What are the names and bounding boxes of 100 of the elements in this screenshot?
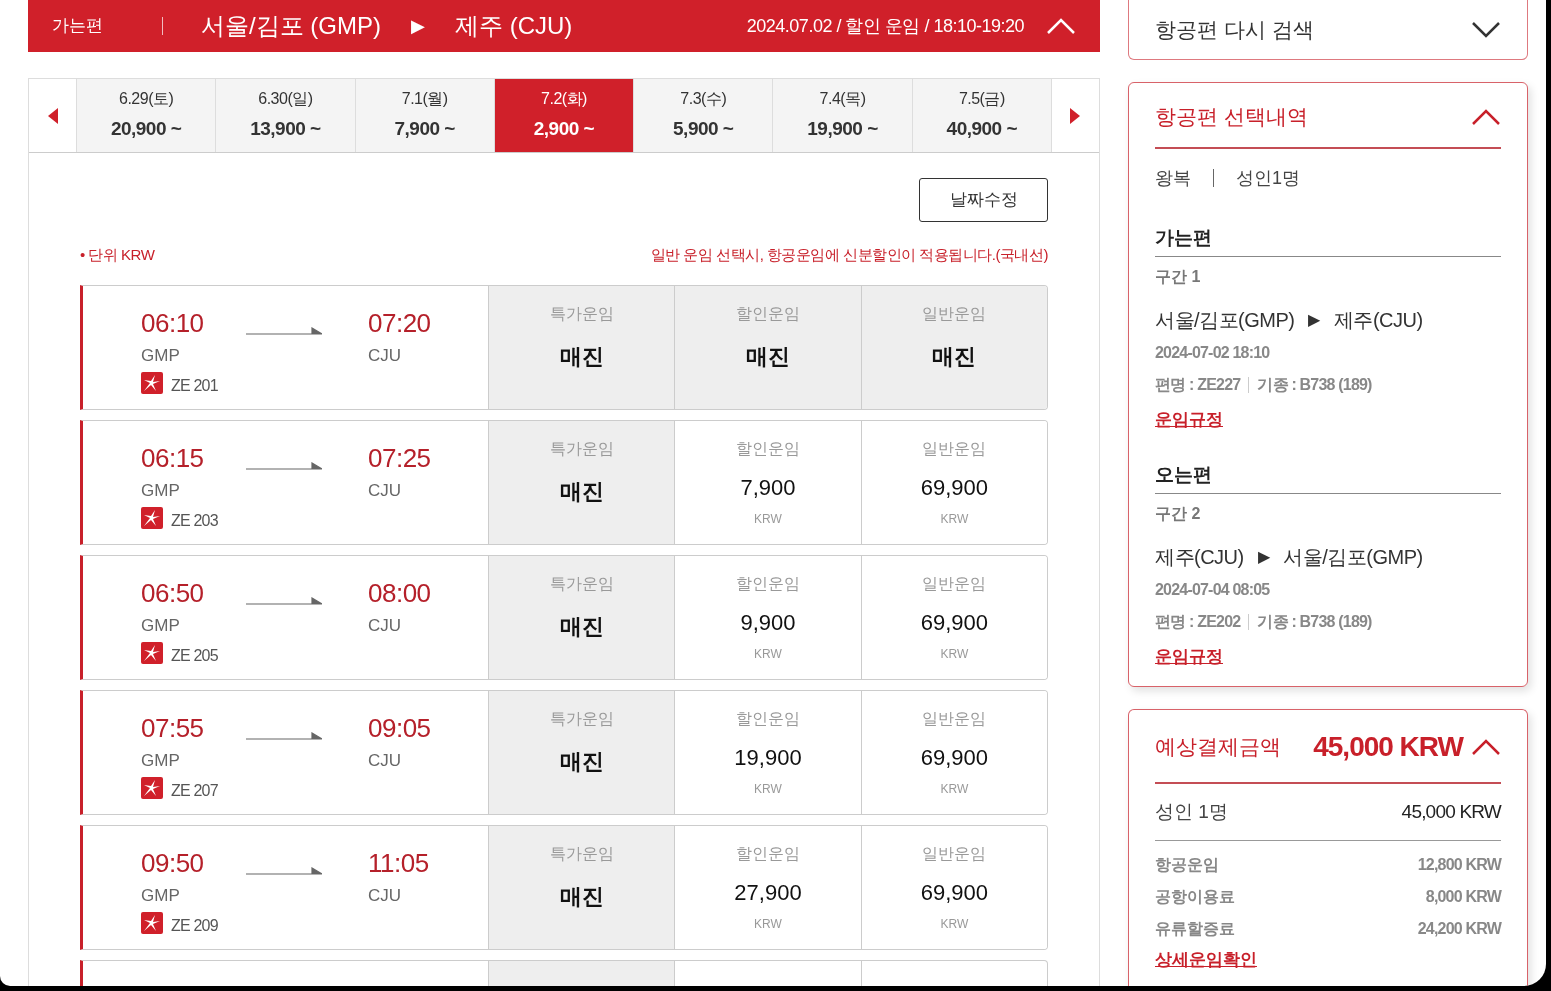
fare-type-label: 특가운임 — [549, 708, 614, 729]
fare-type-label: 할인운임 — [736, 573, 800, 594]
collapse-icon[interactable] — [1471, 737, 1501, 756]
date-tab[interactable]: 6.29(토) 20,900 ~ — [77, 79, 216, 152]
arrow-icon — [246, 596, 322, 607]
origin-label: 서울/김포(GMP) — [1155, 308, 1295, 333]
arrow-glyph: ▶ — [1308, 310, 1320, 330]
fare-option[interactable]: 19,900 KRW — [734, 740, 802, 798]
departure-time: 09:50 — [141, 846, 204, 880]
flight-card[interactable]: 09:50 GMP 11:05 CJU ZE 209 특가운임 매진 할인운임 27,900 KRW 일반운임 69,900 KRW — [80, 824, 1048, 950]
flight-card[interactable]: 06:10 GMP 07:20 CJU ZE 201 특가운임 매진 할인운임 매진 일반운임 매진 — [80, 284, 1048, 410]
date-tab[interactable]: 7.5(금) 40,900 ~ — [911, 79, 1051, 152]
flight-card[interactable]: 06:15 GMP 07:25 CJU ZE 203 특가운임 매진 할인운임 7,900 KRW 일반운임 69,900 KRW — [80, 419, 1048, 545]
date-tab[interactable]: 7.1(월) 7,900 ~ — [354, 79, 494, 152]
fare-type-label: 일반운임 — [922, 303, 987, 324]
sold-out-label: 매진 — [559, 612, 604, 641]
fee-amount: 12,800 KRW — [1417, 855, 1501, 875]
fare-type-label: 특가운임 — [549, 573, 614, 594]
panel-title: 항공편 선택내역 — [1155, 104, 1308, 130]
fare-type-label: 특가운임 — [549, 303, 614, 324]
arrival-time: 08:00 — [368, 576, 431, 610]
expand-icon[interactable] — [1471, 20, 1501, 39]
origin-label: 제주(CJU) — [1155, 545, 1244, 570]
fare-type-label: 할인운임 — [736, 438, 800, 459]
date-tab[interactable]: 6.30(일) 13,900 ~ — [215, 79, 355, 152]
leg-heading: 가는편 — [1155, 223, 1501, 257]
search-again-panel[interactable]: 항공편 다시 검색 — [1128, 0, 1528, 60]
flight-number: ZE 207 — [171, 780, 218, 801]
fare-option[interactable]: 27,900 KRW — [734, 875, 802, 933]
flight-number: 편명 : ZE202 — [1155, 612, 1241, 632]
fare-option[interactable]: 69,900 KRW — [920, 470, 988, 528]
fee-label: 항공운임 — [1155, 855, 1219, 875]
flight-number: ZE 203 — [171, 510, 218, 531]
fare-rules-link[interactable]: 운임규정 — [1155, 644, 1223, 670]
airport-code: GMP — [141, 614, 180, 637]
passenger-amount: 45,000 KRW — [1401, 799, 1501, 824]
collapse-icon[interactable] — [1471, 107, 1501, 126]
fare-option[interactable]: 69,900 KRW — [920, 740, 988, 798]
fare-option[interactable]: 7,900 KRW — [740, 470, 796, 528]
segment-label: 구간 2 — [1155, 504, 1202, 524]
fee-amount: 8,000 KRW — [1425, 887, 1501, 907]
arrival-time: 07:20 — [368, 306, 431, 340]
departure-time: 06:10 — [141, 306, 204, 340]
sold-out-label: 매진 — [932, 342, 977, 371]
destination-label: 제주(CJU) — [1333, 308, 1423, 333]
arrow-glyph: ▶ — [1257, 547, 1270, 567]
date-tab[interactable]: 7.4(목) 19,900 ~ — [772, 79, 912, 152]
sold-out-label: 매진 — [746, 342, 790, 371]
fare-type-label: 할인운임 — [736, 843, 800, 864]
arrow-icon — [246, 866, 322, 877]
fare-rules-link[interactable]: 운임규정 — [1155, 407, 1223, 433]
fare-type-label: 일반운임 — [922, 843, 987, 864]
leg-heading: 오는편 — [1155, 460, 1501, 494]
flight-number: ZE 205 — [171, 645, 218, 666]
arrow-icon — [246, 326, 322, 337]
airline-logo-icon — [141, 776, 163, 799]
departure-time: 07:55 — [141, 711, 204, 745]
sold-out-label: 매진 — [559, 747, 604, 776]
fare-option[interactable]: 69,900 KRW — [920, 605, 988, 663]
fare-type-label: 할인운임 — [736, 708, 800, 729]
arrival-time: 11:05 — [368, 846, 429, 880]
aircraft-type: 기종 : B738 (189) — [1257, 375, 1372, 395]
fee-label: 유류할증료 — [1155, 919, 1235, 939]
fare-option[interactable]: 9,900 KRW — [740, 605, 796, 663]
flight-number: ZE 209 — [171, 915, 218, 936]
airport-code: CJU — [368, 884, 402, 907]
flight-number: 편명 : ZE227 — [1155, 375, 1241, 395]
aircraft-type: 기종 : B738 (189) — [1257, 612, 1372, 632]
flight-card[interactable]: 07:55 GMP 09:05 CJU ZE 207 특가운임 매진 할인운임 19,900 KRW 일반운임 69,900 KRW — [80, 689, 1048, 815]
airline-logo-icon — [141, 641, 163, 664]
fare-option[interactable]: 69,900 KRW — [920, 875, 988, 933]
total-amount: 45,000 KRW — [1313, 729, 1463, 764]
arrow-glyph: ▶ — [411, 14, 425, 38]
fare-type-label: 할인운임 — [736, 303, 800, 324]
fare-type-label: 특가운임 — [549, 843, 614, 864]
date-tab[interactable]: 7.2(화) 2,900 ~ — [493, 79, 634, 152]
flight-summary: 2024.07.02 / 할인 운임 / 18:10-19:20 — [746, 14, 1024, 38]
departure-time: 06:15 — [141, 441, 204, 475]
airline-logo-icon — [141, 506, 163, 529]
airport-code: GMP — [141, 749, 180, 772]
fare-type-label: 일반운임 — [922, 573, 987, 594]
airport-code: GMP — [141, 479, 180, 502]
fare-type-label: 일반운임 — [922, 708, 987, 729]
arrival-time: 09:05 — [368, 711, 431, 745]
airport-code: CJU — [368, 344, 402, 367]
fare-details-link[interactable]: 상세운임확인 — [1155, 947, 1257, 973]
destination-label: 제주 (CJU) — [455, 11, 573, 41]
left-arrow-icon — [47, 107, 58, 124]
departure-datetime: 2024-07-02 18:10 — [1155, 343, 1271, 363]
airline-logo-icon — [141, 371, 163, 394]
sold-out-label: 매진 — [559, 477, 604, 506]
segment-label: 구간 1 — [1155, 267, 1202, 287]
flight-number: ZE 201 — [171, 375, 218, 396]
flight-card[interactable]: 06:50 GMP 08:00 CJU ZE 205 특가운임 매진 할인운임 9,900 KRW 일반운임 69,900 KRW — [80, 554, 1048, 680]
arrival-time: 07:25 — [368, 441, 431, 475]
sold-out-label: 매진 — [559, 882, 604, 911]
destination-label: 서울/김포(GMP) — [1283, 545, 1423, 570]
change-date-button[interactable]: 날짜수정 — [919, 178, 1048, 222]
date-tab[interactable]: 7.3(수) 5,900 ~ — [633, 79, 773, 152]
panel-title: 예상결제금액 — [1155, 733, 1281, 760]
